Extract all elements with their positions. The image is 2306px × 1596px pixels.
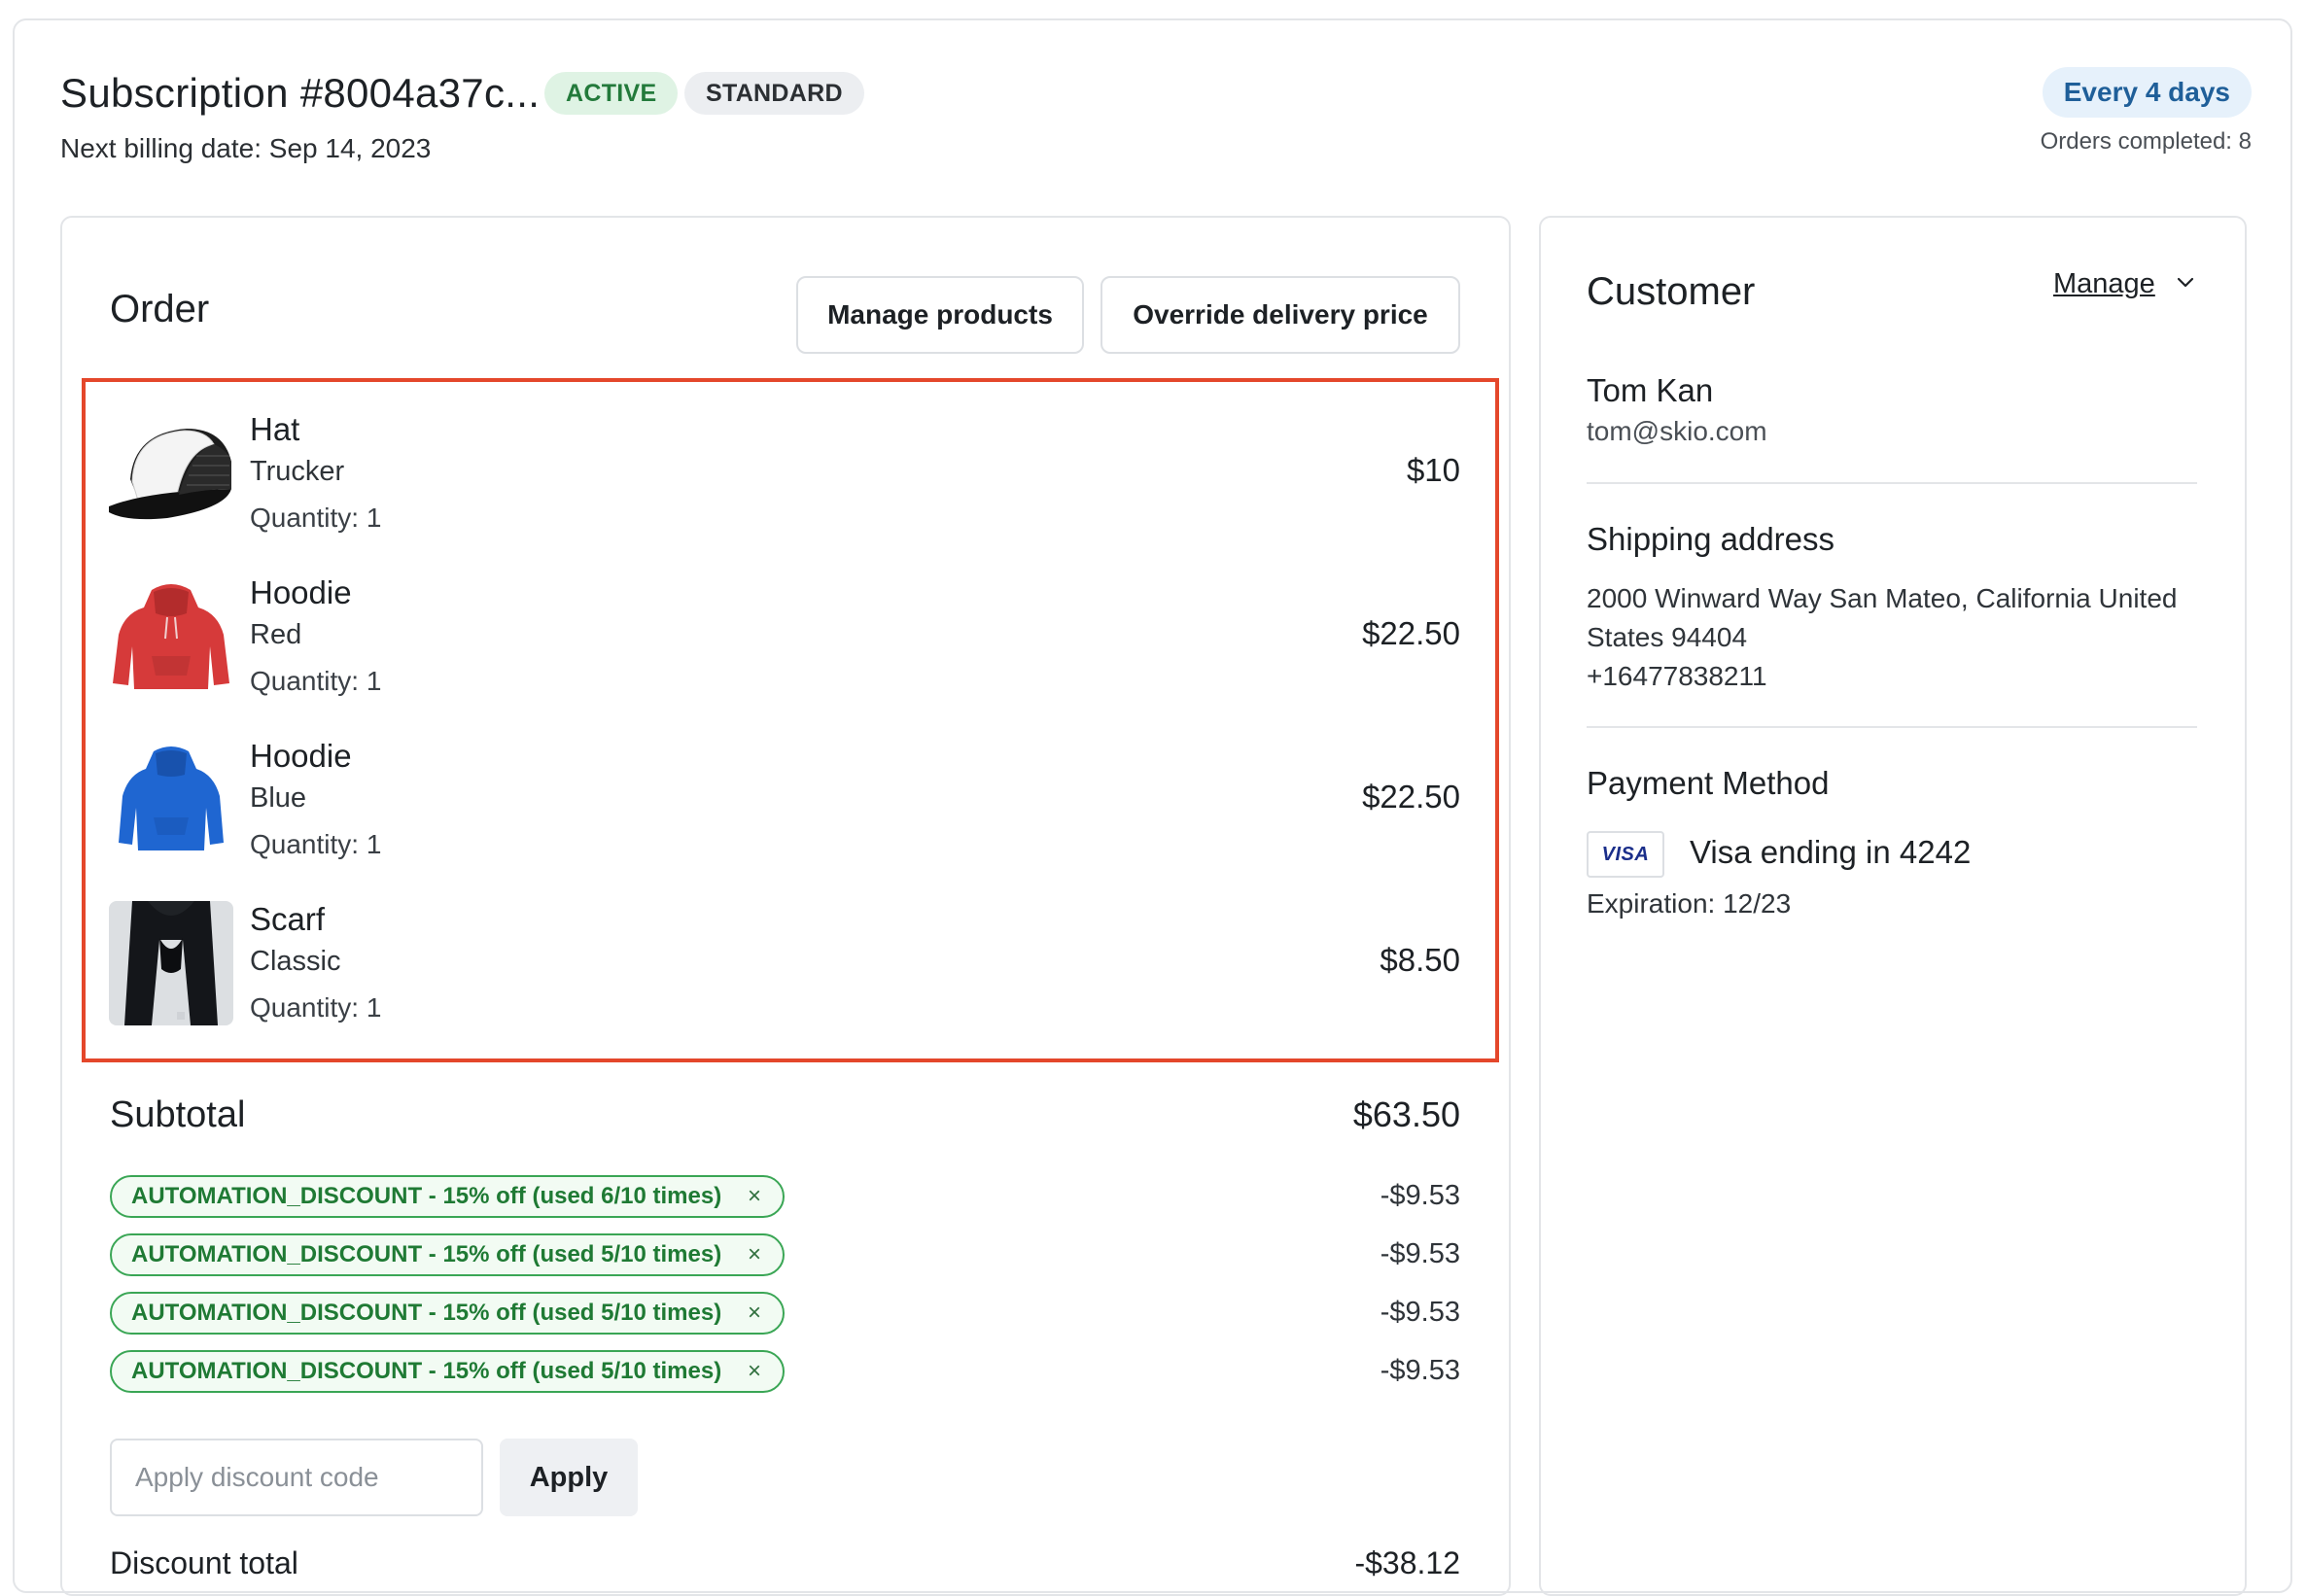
- item-variant: Trucker: [250, 456, 345, 487]
- item-price: $22.50: [1362, 779, 1460, 815]
- blue-hoodie-image: [109, 738, 233, 862]
- item-quantity: Quantity: 1: [250, 503, 382, 533]
- subtotal-value: $63.50: [1352, 1094, 1460, 1134]
- discount-amount: -$9.53: [1380, 1297, 1460, 1328]
- discount-amount: -$9.53: [1380, 1180, 1460, 1211]
- item-quantity: Quantity: 1: [250, 829, 382, 859]
- order-item[interactable]: Hoodie Red Quantity: 1 $22.50: [109, 565, 1460, 711]
- order-item[interactable]: Scarf Classic Quantity: 1 $8.50: [109, 891, 1460, 1037]
- order-item[interactable]: Hat Trucker Quantity: 1 $10: [109, 401, 1460, 547]
- override-delivery-price-button[interactable]: Override delivery price: [1101, 276, 1460, 354]
- item-variant: Blue: [250, 782, 307, 814]
- item-name: Hat: [250, 411, 300, 447]
- card-description: Visa ending in 4242: [1690, 834, 1972, 870]
- item-quantity: Quantity: 1: [250, 992, 382, 1023]
- item-price: $22.50: [1362, 615, 1460, 651]
- shipping-title: Shipping address: [1587, 521, 1835, 557]
- remove-discount-icon[interactable]: ×: [748, 1235, 761, 1274]
- frequency-badge: Every 4 days: [2042, 67, 2252, 118]
- item-price: $10: [1406, 452, 1460, 488]
- chevron-down-icon[interactable]: [2174, 270, 2197, 294]
- black-scarf-image: [109, 901, 233, 1025]
- subtotal-label: Subtotal: [110, 1094, 246, 1135]
- plan-badge: STANDARD: [684, 72, 864, 115]
- item-variant: Red: [250, 619, 302, 650]
- discount-label: AUTOMATION_DISCOUNT - 15% off (used 6/10…: [131, 1183, 722, 1209]
- remove-discount-icon[interactable]: ×: [748, 1177, 761, 1216]
- item-quantity: Quantity: 1: [250, 666, 382, 696]
- discount-chip: AUTOMATION_DISCOUNT - 15% off (used 5/10…: [110, 1233, 785, 1276]
- discount-total-label: Discount total: [110, 1545, 298, 1580]
- discount-chip: AUTOMATION_DISCOUNT - 15% off (used 5/10…: [110, 1350, 785, 1393]
- card-expiration: Expiration: 12/23: [1587, 888, 1792, 919]
- next-billing-date: Next billing date: Sep 14, 2023: [60, 133, 432, 163]
- item-price: $8.50: [1380, 942, 1460, 978]
- item-variant: Classic: [250, 946, 341, 977]
- shipping-phone: +16477838211: [1587, 661, 1767, 691]
- subscription-title: Subscription #8004a37c...: [60, 70, 541, 116]
- status-badge: ACTIVE: [544, 72, 679, 115]
- apply-discount-button[interactable]: Apply: [500, 1439, 638, 1516]
- remove-discount-icon[interactable]: ×: [748, 1352, 761, 1391]
- divider: [1587, 726, 2197, 728]
- order-title: Order: [110, 288, 210, 330]
- customer-name: Tom Kan: [1587, 372, 1714, 408]
- manage-products-button[interactable]: Manage products: [796, 276, 1084, 354]
- payment-title: Payment Method: [1587, 765, 1830, 801]
- item-name: Scarf: [250, 901, 326, 937]
- order-item[interactable]: Hoodie Blue Quantity: 1 $22.50: [109, 728, 1460, 874]
- card-brand: VISA: [1601, 844, 1650, 865]
- discount-total-value: -$38.12: [1354, 1545, 1460, 1580]
- remove-discount-icon[interactable]: ×: [748, 1294, 761, 1333]
- trucker-hat-image: [109, 411, 233, 536]
- manage-customer-link[interactable]: Manage: [2053, 268, 2155, 300]
- customer-email: tom@skio.com: [1587, 416, 1767, 446]
- red-hoodie-image: [109, 574, 233, 699]
- discount-code-input[interactable]: [110, 1439, 483, 1516]
- visa-card-icon: VISA: [1587, 831, 1664, 878]
- item-name: Hoodie: [250, 738, 352, 774]
- item-name: Hoodie: [250, 574, 352, 610]
- divider: [1587, 482, 2197, 484]
- discount-label: AUTOMATION_DISCOUNT - 15% off (used 5/10…: [131, 1241, 722, 1267]
- discount-label: AUTOMATION_DISCOUNT - 15% off (used 5/10…: [131, 1358, 722, 1384]
- orders-completed: Orders completed: 8: [2040, 128, 2252, 155]
- customer-title: Customer: [1587, 270, 1756, 313]
- shipping-address-line: 2000 Winward Way San Mateo, California U…: [1587, 583, 2178, 652]
- discount-chip: AUTOMATION_DISCOUNT - 15% off (used 5/10…: [110, 1292, 785, 1335]
- discount-amount: -$9.53: [1380, 1355, 1460, 1386]
- shipping-address: 2000 Winward Way San Mateo, California U…: [1587, 579, 2209, 696]
- discount-chip: AUTOMATION_DISCOUNT - 15% off (used 6/10…: [110, 1175, 785, 1218]
- discount-amount: -$9.53: [1380, 1238, 1460, 1269]
- discount-label: AUTOMATION_DISCOUNT - 15% off (used 5/10…: [131, 1300, 722, 1326]
